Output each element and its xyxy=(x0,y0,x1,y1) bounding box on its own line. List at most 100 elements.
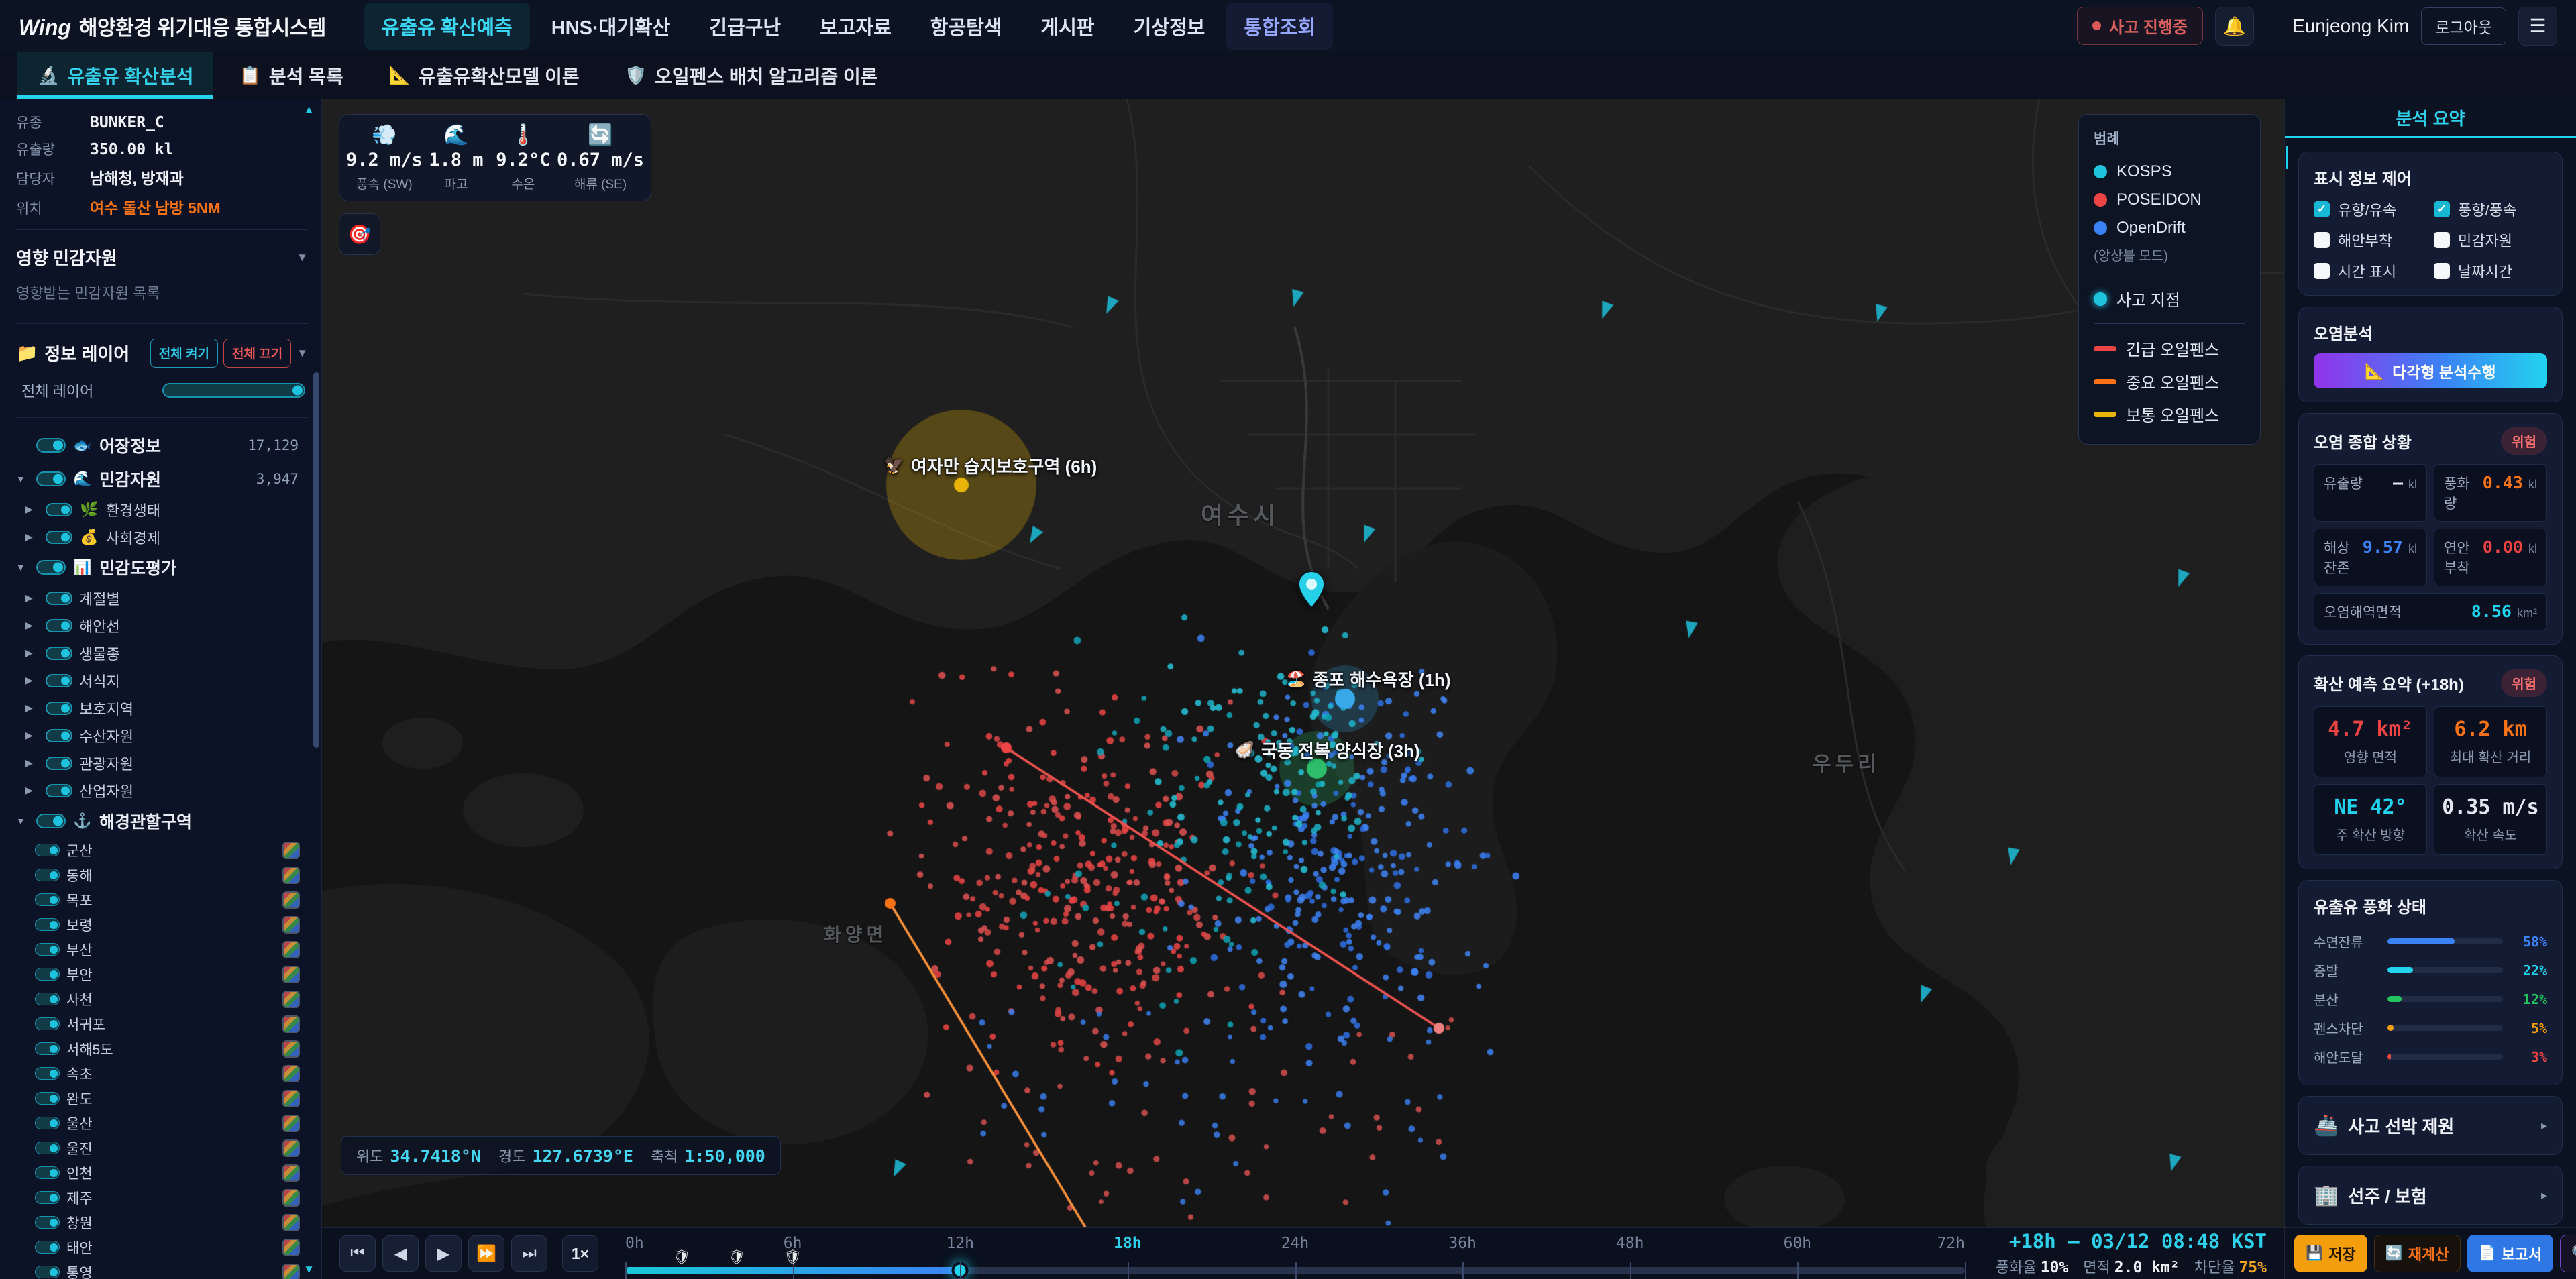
display-option[interactable]: 날짜시간 xyxy=(2434,260,2547,282)
all-layers-on-button[interactable]: 전체 켜기 xyxy=(150,339,218,368)
checkbox-icon[interactable]: ✓ xyxy=(2434,201,2450,217)
caret-icon[interactable]: ▼ xyxy=(16,474,30,484)
layer-legend-chip-icon[interactable] xyxy=(282,1065,300,1082)
tab-4[interactable]: 🛡️오일펜스 배치 알고리즘 이론 xyxy=(605,52,898,99)
jurisdiction-row[interactable]: 서귀포 xyxy=(16,1011,308,1036)
nav-item-7[interactable]: 기상정보 xyxy=(1116,3,1223,50)
action-button-저장[interactable]: 💾저장 xyxy=(2294,1235,2367,1272)
layer-toggle[interactable] xyxy=(46,674,72,687)
layer-child-row[interactable]: ▶💰사회경제 xyxy=(16,523,308,551)
playback-step-back-button[interactable]: ◀ xyxy=(382,1235,419,1272)
checkbox-icon[interactable]: ✓ xyxy=(2314,201,2330,217)
jurisdiction-row[interactable]: 완도 xyxy=(16,1086,308,1111)
layer-toggle[interactable] xyxy=(35,1166,60,1179)
caret-right-icon[interactable]: ▶ xyxy=(25,592,39,604)
caret-right-icon[interactable]: ▶ xyxy=(25,757,39,769)
layer-toggle[interactable] xyxy=(35,869,60,881)
jurisdiction-row[interactable]: 속초 xyxy=(16,1061,308,1086)
layer-toggle[interactable] xyxy=(46,531,72,544)
jurisdiction-row[interactable]: 보령 xyxy=(16,912,308,937)
jurisdiction-row[interactable]: 인천 xyxy=(16,1160,308,1185)
layer-legend-chip-icon[interactable] xyxy=(282,1040,300,1058)
layer-toggle[interactable] xyxy=(35,943,60,956)
layer-toggle[interactable] xyxy=(35,1067,60,1080)
nav-item-1[interactable]: 유출유 확산예측 xyxy=(364,3,530,50)
panel-scrollbar[interactable] xyxy=(2286,146,2288,169)
layer-toggle[interactable] xyxy=(46,729,72,742)
jurisdiction-row[interactable]: 태안 xyxy=(16,1235,308,1260)
nav-item-6[interactable]: 게시판 xyxy=(1024,3,1112,50)
layer-child-row[interactable]: ▶해안선 xyxy=(16,612,308,639)
layer-child-row[interactable]: ▶보호지역 xyxy=(16,694,308,722)
playback-skip-start-button[interactable]: ⏮ xyxy=(339,1235,376,1272)
layer-toggle[interactable] xyxy=(35,1216,60,1229)
recenter-target-button[interactable]: 🎯 xyxy=(339,213,380,255)
layer-toggle[interactable] xyxy=(46,647,72,660)
layer-toggle[interactable] xyxy=(35,1042,60,1055)
layer-child-row[interactable]: ▶계절별 xyxy=(16,584,308,612)
layer-child-row[interactable]: ▶서식지 xyxy=(16,667,308,694)
jurisdiction-row[interactable]: 제주 xyxy=(16,1185,308,1210)
layer-legend-chip-icon[interactable] xyxy=(282,916,300,934)
layer-toggle[interactable] xyxy=(46,757,72,770)
oilfence-shield-icon[interactable]: 🛡 xyxy=(727,1249,745,1266)
jurisdiction-row[interactable]: 동해 xyxy=(16,863,308,887)
jurisdiction-row[interactable]: 목포 xyxy=(16,887,308,912)
layer-legend-chip-icon[interactable] xyxy=(282,867,300,884)
jurisdiction-row[interactable]: 부산 xyxy=(16,937,308,962)
playback-play-button[interactable]: ▶ xyxy=(425,1235,462,1272)
layer-toggle[interactable] xyxy=(35,1092,60,1105)
layer-child-row[interactable]: ▶관광자원 xyxy=(16,749,308,777)
timeline-track[interactable] xyxy=(625,1267,1965,1274)
layer-toggle[interactable] xyxy=(46,503,72,516)
timeline-slider[interactable]: 0h6h12h18h24h36h48h60h72h🛡🛡🛡 xyxy=(625,1228,1965,1279)
action-button-역추적[interactable]: 🔍역추적 xyxy=(2560,1235,2576,1272)
caret-icon[interactable]: ▼ xyxy=(16,562,30,573)
jurisdiction-row[interactable]: 통영 xyxy=(16,1260,308,1279)
scroll-down-icon[interactable]: ▼ xyxy=(303,1263,315,1276)
layer-legend-chip-icon[interactable] xyxy=(282,991,300,1008)
layer-toggle[interactable] xyxy=(46,592,72,605)
impact-section-header[interactable]: 영향 민감자원 ▼ xyxy=(16,238,308,272)
map-canvas[interactable] xyxy=(322,99,2284,1227)
all-layers-off-button[interactable]: 전체 끄기 xyxy=(223,339,291,368)
nav-item-8[interactable]: 통합조회 xyxy=(1226,3,1333,50)
checkbox-icon[interactable] xyxy=(2434,232,2450,248)
logout-button[interactable]: 로그아웃 xyxy=(2421,7,2506,45)
layer-toggle[interactable] xyxy=(35,1191,60,1204)
layer-child-row[interactable]: ▶🌿환경생태 xyxy=(16,496,308,523)
layer-legend-chip-icon[interactable] xyxy=(282,941,300,958)
layer-child-row[interactable]: ▶생물종 xyxy=(16,639,308,667)
layer-group-row[interactable]: ▼⚓해경관할구역 xyxy=(16,804,308,838)
layer-toggle[interactable] xyxy=(36,438,66,453)
protection-zone-marker[interactable]: 🦅여자만 습지보호구역 (6h) xyxy=(884,453,1097,478)
jurisdiction-row[interactable]: 사천 xyxy=(16,987,308,1011)
layer-toggle[interactable] xyxy=(35,1241,60,1254)
jurisdiction-row[interactable]: 창원 xyxy=(16,1210,308,1235)
caret-right-icon[interactable]: ▶ xyxy=(25,620,39,631)
incident-location-pin[interactable] xyxy=(1296,570,1327,609)
action-button-재계산[interactable]: 🔄재계산 xyxy=(2374,1235,2461,1272)
caret-icon[interactable]: ▼ xyxy=(16,816,30,826)
layer-legend-chip-icon[interactable] xyxy=(282,842,300,859)
notifications-button[interactable]: 🔔 xyxy=(2215,7,2254,46)
layer-group-row[interactable]: ▼📊민감도평가 xyxy=(16,551,308,584)
display-option[interactable]: ✓유향/유속 xyxy=(2314,199,2427,220)
layer-toggle[interactable] xyxy=(46,619,72,632)
hamburger-menu-button[interactable]: ☰ xyxy=(2518,7,2557,46)
display-option[interactable]: 해안부착 xyxy=(2314,229,2427,251)
playback-fast-forward-button[interactable]: ⏩ xyxy=(468,1235,504,1272)
layer-toggle[interactable] xyxy=(35,844,60,856)
caret-right-icon[interactable]: ▶ xyxy=(25,702,39,714)
layer-toggle[interactable] xyxy=(35,1266,60,1278)
oilfence-shield-icon[interactable]: 🛡 xyxy=(784,1249,802,1266)
protection-zone-marker[interactable]: 🏖️종포 해수욕장 (1h) xyxy=(1286,667,1451,691)
nav-item-4[interactable]: 보고자료 xyxy=(802,3,909,50)
jurisdiction-row[interactable]: 울진 xyxy=(16,1135,308,1160)
nav-item-3[interactable]: 긴급구난 xyxy=(692,3,798,50)
checkbox-icon[interactable] xyxy=(2314,263,2330,279)
layer-legend-chip-icon[interactable] xyxy=(282,1164,300,1182)
display-option[interactable]: ✓풍향/풍속 xyxy=(2434,199,2547,220)
jurisdiction-row[interactable]: 서해5도 xyxy=(16,1036,308,1061)
caret-right-icon[interactable]: ▶ xyxy=(25,531,39,543)
